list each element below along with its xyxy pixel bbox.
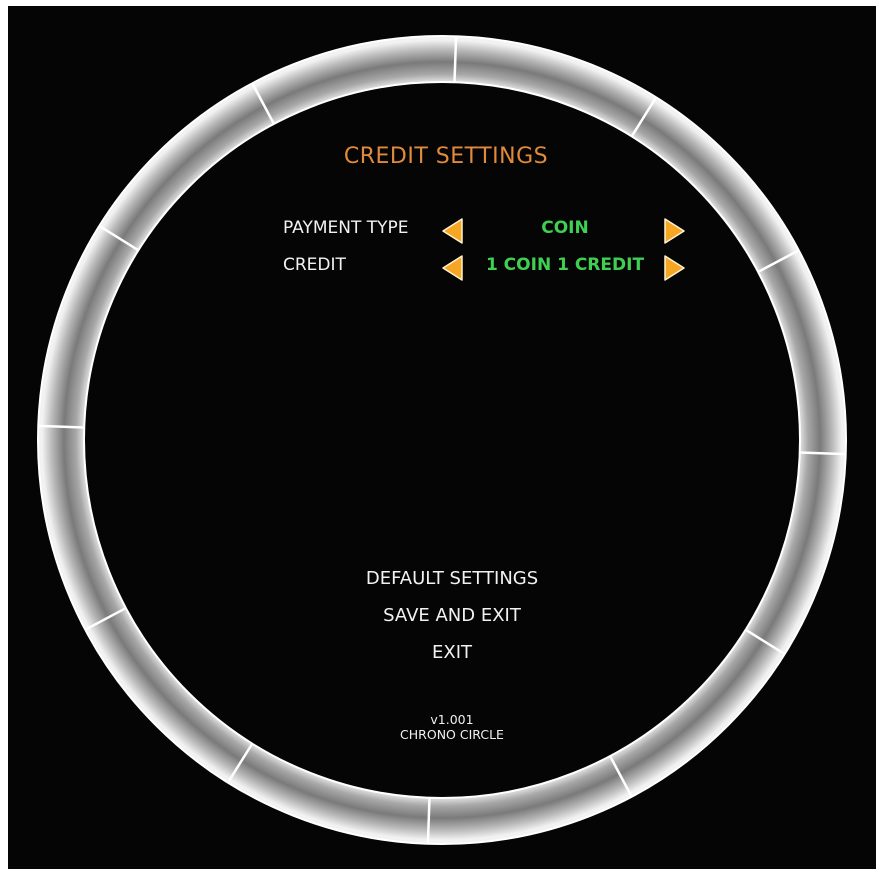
default-settings-button[interactable]: DEFAULT SETTINGS: [8, 568, 876, 589]
ring-divider: [799, 451, 846, 456]
arrow-left-icon[interactable]: [440, 254, 464, 282]
save-and-exit-button[interactable]: SAVE AND EXIT: [8, 605, 876, 626]
arrow-left-icon[interactable]: [440, 217, 464, 245]
setting-value-credit: 1 COIN 1 CREDIT: [485, 255, 645, 275]
arrow-right-icon[interactable]: [663, 254, 687, 282]
ring-divider: [453, 36, 458, 83]
game-screen: CREDIT SETTINGS PAYMENT TYPE COIN CREDIT…: [8, 6, 876, 869]
exit-button[interactable]: EXIT: [8, 642, 876, 663]
ring-divider: [38, 424, 85, 429]
setting-label-credit: CREDIT: [283, 255, 346, 275]
version-label: v1.001: [430, 712, 474, 727]
game-name-label: CHRONO CIRCLE: [400, 727, 504, 742]
setting-label-payment-type: PAYMENT TYPE: [283, 218, 409, 238]
page-title: CREDIT SETTINGS: [343, 144, 549, 169]
arrow-right-icon[interactable]: [663, 217, 687, 245]
ring-divider: [426, 797, 431, 844]
setting-value-payment-type: COIN: [541, 218, 589, 238]
